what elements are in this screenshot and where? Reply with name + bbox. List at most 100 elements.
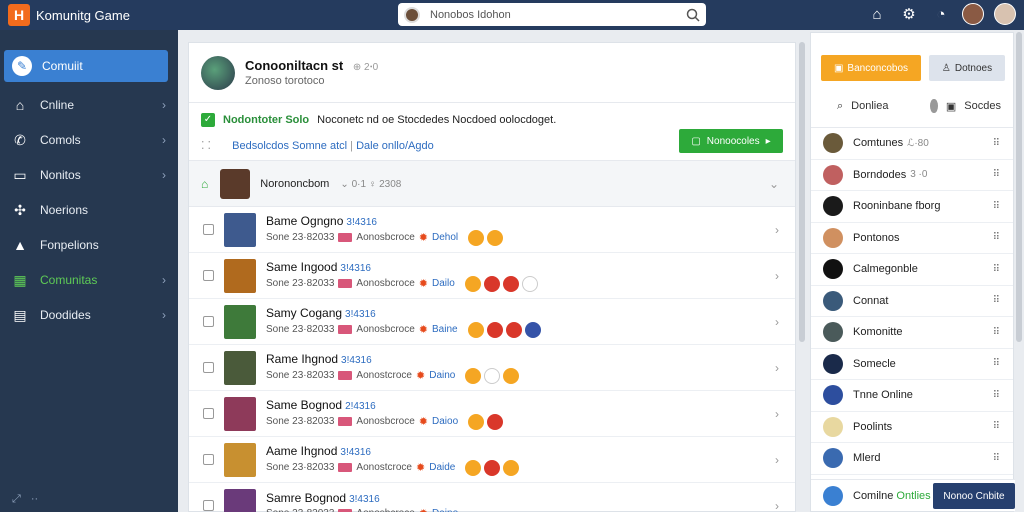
more-icon[interactable]: ⁚ ⁚ [201, 140, 211, 152]
more-icon[interactable]: ⠿ [993, 169, 1001, 180]
search-icon[interactable] [686, 8, 700, 22]
sidebar-item-communities[interactable]: ▦ Comunitas › [0, 263, 178, 297]
secondary-button[interactable]: ♙ Dotnoes [929, 55, 1005, 81]
row-checkbox[interactable] [203, 362, 214, 373]
list-item[interactable]: Poolints ⠿ [811, 412, 1013, 443]
home-icon[interactable]: ⌂ [866, 3, 888, 25]
top-bar: H Komunitg Game Nonobos Idohon ⌂ ⚙ ◔ [0, 0, 1024, 30]
table-row[interactable]: Rame Ihgnod 3!4316 Sone 23·82033 Aonostcr… [189, 345, 795, 391]
brand-logo: H [8, 4, 30, 26]
table-row[interactable]: Samre Bognod3!4316 Sone 23·82033 Aonosbc… [189, 483, 795, 512]
post-avatar[interactable] [201, 55, 235, 90]
chevron-right-icon[interactable]: › [775, 453, 779, 467]
footer-button[interactable]: Nonoo Cnbite [933, 483, 1015, 509]
row-checkbox[interactable] [203, 270, 214, 281]
chevron-right-icon[interactable]: › [775, 315, 779, 329]
post-link-b[interactable]: Dale onllo/Agdo [356, 140, 434, 152]
more-icon[interactable]: ⠿ [993, 421, 1001, 432]
list-item[interactable]: Pontonos ⠿ [811, 223, 1013, 254]
settings-icon[interactable]: ⚙ [898, 3, 920, 25]
filter-online[interactable]: Donliea [851, 100, 888, 112]
main-scrollbar[interactable] [799, 42, 805, 342]
table-row[interactable]: Same Bognod 2!4316 Sone 23·82033 Aonosbcr… [189, 391, 795, 437]
game-thumbnail [224, 304, 256, 339]
friend-avatar [823, 164, 843, 185]
list-item[interactable]: Mlerd ⠿ [811, 443, 1013, 475]
group-meta: ⌄ 0·1 ♀ 2308 [340, 178, 402, 190]
table-row[interactable]: Aame Ihgnod 3!4316 Sone 23·82033 Aonostcr… [189, 437, 795, 483]
group-header[interactable]: ⌂ Norononcbom ⌄ 0·1 ♀ 2308 ⌄ [189, 161, 795, 207]
more-icon[interactable]: ⠿ [993, 390, 1001, 401]
friend-list: Comtunes ℒ·80 ⠿ Borndodes 3 ·0 ⠿ Rooninb… [811, 127, 1013, 475]
checkbox-checked-icon[interactable]: ✓ [201, 113, 215, 127]
list-item[interactable]: Somecle ⠿ [811, 349, 1013, 380]
more-icon[interactable]: ⠿ [993, 264, 1001, 275]
table-row[interactable]: Same Ingood 3!4316 Sone 23·82033 Aonosbcr… [189, 253, 795, 299]
more-icon[interactable]: ⠿ [993, 295, 1001, 306]
more-icon[interactable]: ⠿ [993, 232, 1001, 243]
sidebar-item-label: Nonitos [40, 168, 81, 182]
chevron-right-icon[interactable]: › [775, 361, 779, 375]
primary-button[interactable]: ▣ Banconcobos [821, 55, 921, 81]
group-title: Norononcbom ⌄ 0·1 ♀ 2308 [260, 177, 402, 190]
post-action-button[interactable]: ▢ Nonoocoles ▸ [679, 129, 783, 153]
row-code: 3!4316 [340, 262, 371, 274]
row-checkbox[interactable] [203, 224, 214, 235]
more-icon[interactable]: ⠿ [993, 138, 1001, 149]
search-icon[interactable]: ⌕ [837, 100, 843, 113]
list-item[interactable]: Komonitte ⠿ [811, 317, 1013, 349]
sidebar-item-puzzle[interactable]: ✣ Noerions [0, 193, 178, 227]
search-bar[interactable]: Nonobos Idohon [398, 3, 706, 26]
list-item[interactable]: Rooninbane fborg ⠿ [811, 191, 1013, 223]
search-avatar [404, 6, 420, 23]
list-item[interactable]: Borndodes 3 ·0 ⠿ [811, 160, 1013, 191]
table-row[interactable]: Samy Cogang 3!4316 Sone 23·82033 Aonosbcr… [189, 299, 795, 345]
chat-icon[interactable]: ◔ [930, 3, 952, 25]
phone-icon: ✆ [14, 131, 26, 148]
friend-avatar [823, 385, 843, 406]
sidebar-item-label: Doodides [40, 308, 91, 322]
square-icon: ▢ [691, 135, 701, 147]
chevron-down-icon[interactable]: ⌄ [769, 177, 779, 191]
sidebar-item-building[interactable]: ▲ Fonpelions [0, 228, 178, 262]
chevron-right-icon[interactable]: › [775, 223, 779, 237]
status-dot-icon [930, 99, 938, 113]
brand[interactable]: H Komunitg Game [8, 4, 178, 26]
list-item[interactable]: Tnne Online ⠿ [811, 380, 1013, 412]
row-checkbox[interactable] [203, 408, 214, 419]
badge-icon [338, 463, 353, 472]
reaction-icon [484, 459, 501, 476]
sidebar-item-online[interactable]: ⌂ Cnline › [0, 88, 178, 122]
sidebar-item-active[interactable]: ✎ Comuiit [4, 50, 168, 82]
more-icon[interactable]: ·· [31, 493, 38, 506]
search-input[interactable]: Nonobos Idohon [430, 9, 686, 21]
more-icon[interactable]: ⠿ [993, 201, 1001, 212]
row-checkbox[interactable] [203, 454, 214, 465]
sidebar-item-documents[interactable]: ▤ Doodides › [0, 298, 178, 332]
row-subtitle: Sone 23·82033 Aonosbcroce ✹ Daioo [266, 413, 504, 430]
row-checkbox[interactable] [203, 316, 214, 327]
top-icons: ⌂ ⚙ ◔ [866, 3, 1016, 25]
table-row[interactable]: Bame Ogngno 3!4316 Sone 23·82033 Aonosbcr… [189, 207, 795, 253]
profile-avatar[interactable] [994, 3, 1016, 25]
more-icon[interactable]: ⠿ [993, 358, 1001, 369]
row-title: Samy Cogang 3!4316 [266, 305, 376, 320]
list-item[interactable]: Connat ⠿ [811, 286, 1013, 317]
user-avatar[interactable] [962, 3, 984, 25]
chevron-right-icon[interactable]: › [775, 407, 779, 421]
right-panel: ▣ Banconcobos ♙ Dotnoes ⌕ Donliea ▣ Socd… [810, 32, 1015, 512]
list-item[interactable]: Calmegonble ⠿ [811, 254, 1013, 286]
chevron-right-icon[interactable]: › [775, 269, 779, 283]
more-icon[interactable]: ⠿ [993, 453, 1001, 464]
sidebar-item-contacts[interactable]: ✆ Comols › [0, 123, 178, 157]
sidebar-item-monitor[interactable]: ▭ Nonitos › [0, 158, 178, 192]
row-checkbox[interactable] [203, 500, 214, 511]
right-scrollbar[interactable] [1016, 32, 1022, 342]
share-icon[interactable]: ⤢ [12, 493, 21, 506]
filter-socials[interactable]: Socdes [964, 100, 1001, 112]
post-link-a[interactable]: Bedsolcdos Somne atcl [232, 140, 347, 152]
chevron-right-icon[interactable]: › [775, 499, 779, 512]
reaction-icon [505, 321, 522, 338]
more-icon[interactable]: ⠿ [993, 327, 1001, 338]
list-item[interactable]: Comtunes ℒ·80 ⠿ [811, 128, 1013, 160]
